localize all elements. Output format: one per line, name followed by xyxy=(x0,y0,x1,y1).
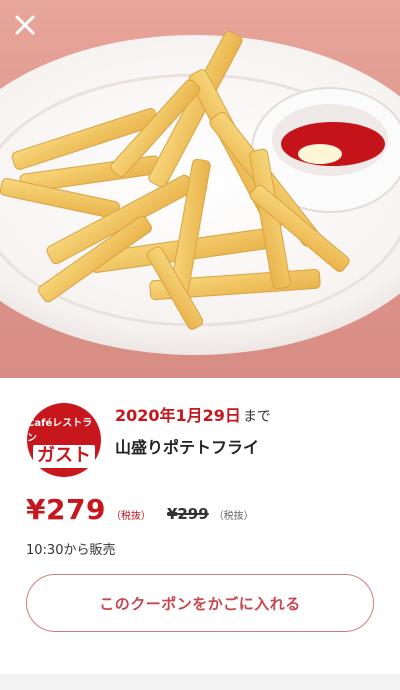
deadline-date: 2020年1月29日 xyxy=(115,406,241,425)
original-price-tax-note: （税抜） xyxy=(213,511,254,522)
current-price: ¥279 xyxy=(26,493,106,526)
brand-logo-main-text: ガスト xyxy=(33,445,95,468)
price-row: ¥279 （税抜） ¥299 （税抜） xyxy=(26,493,254,526)
coupon-deadline: 2020年1月29日 まで xyxy=(115,402,271,426)
close-icon xyxy=(15,15,35,35)
fries-illustration xyxy=(0,30,400,355)
product-name: 山盛りポテトフライ xyxy=(115,438,260,457)
coupon-detail-page: Caféレストラン ガスト 2020年1月29日 まで 山盛りポテトフライ ¥27… xyxy=(0,0,400,690)
sale-start-time: 10:30から販売 xyxy=(26,543,116,558)
deadline-suffix: まで xyxy=(242,409,271,425)
bottom-divider xyxy=(0,674,400,690)
original-price: ¥299 xyxy=(166,505,209,523)
brand-logo: Caféレストラン ガスト xyxy=(27,403,101,477)
current-price-tax-note: （税抜） xyxy=(110,511,151,522)
brand-logo-top-text: Caféレストラン xyxy=(27,418,93,444)
coupon-info-panel: Caféレストラン ガスト 2020年1月29日 まで 山盛りポテトフライ ¥27… xyxy=(0,378,400,690)
close-button[interactable] xyxy=(14,14,46,46)
add-to-cart-button[interactable]: このクーポンをかごに入れる xyxy=(26,574,374,632)
product-photo xyxy=(0,0,400,378)
